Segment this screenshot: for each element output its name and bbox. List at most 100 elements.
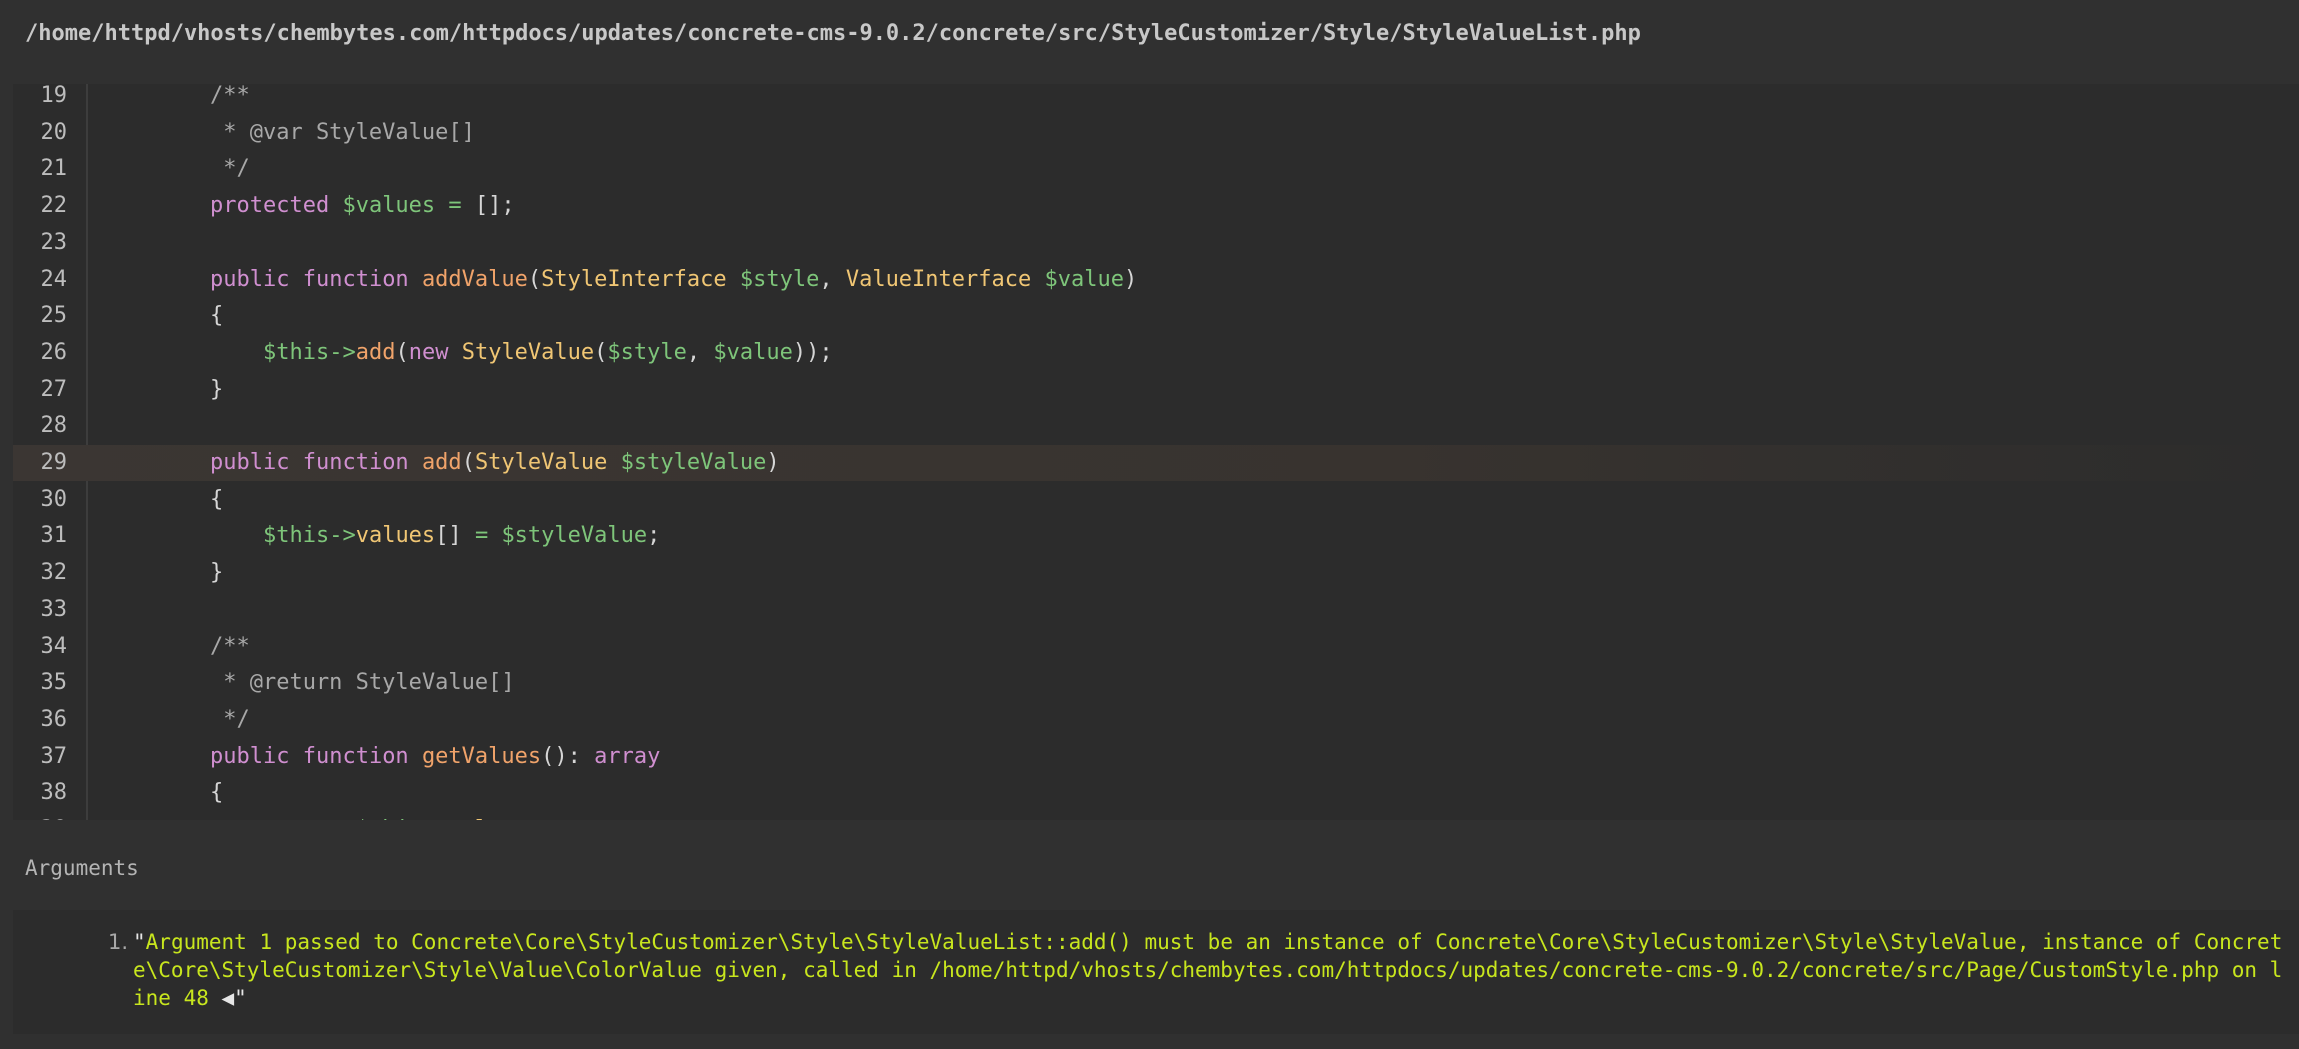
line-source: * @var StyleValue[]: [157, 115, 475, 151]
line-number: 35: [40, 670, 68, 696]
code-token: values: [355, 523, 436, 549]
code-token: {: [157, 780, 224, 806]
code-line: 36 */: [13, 702, 2299, 738]
code-token: addValue: [421, 266, 528, 292]
code-token: add: [421, 450, 462, 475]
line-number: 33: [40, 596, 68, 622]
code-line: 39 return $this->values;: [13, 812, 2299, 820]
code-token: ->: [329, 339, 356, 365]
code-line: 24 public function addValue(StyleInterfa…: [13, 262, 2299, 298]
code-token: $styleValue: [620, 450, 767, 475]
arguments-heading: Arguments: [25, 856, 139, 880]
code-token: $this: [356, 817, 422, 820]
line-number: 26: [40, 339, 68, 365]
line-source: }: [157, 372, 223, 408]
code-line: 37 public function getValues(): array: [13, 739, 2299, 775]
code-token: }: [157, 560, 224, 586]
code-token: /**: [157, 633, 250, 659]
line-number: 39: [13, 812, 68, 820]
line-number: 23: [40, 229, 68, 255]
code-line: 32 }: [13, 555, 2299, 591]
code-token: ;: [528, 817, 541, 820]
code-token: function: [302, 450, 409, 475]
code-token: values: [448, 817, 527, 820]
line-number: 37: [40, 743, 68, 769]
line-source: /**: [157, 629, 250, 665]
code-token: StyleValue: [474, 450, 608, 475]
code-token: $value: [1044, 266, 1124, 292]
code-token: (: [594, 339, 608, 365]
code-token: public: [209, 450, 290, 475]
line-source: public function add(StyleValue $styleVal…: [157, 445, 780, 481]
argument-close-quote: ◀": [208, 986, 247, 1010]
code-token: */: [157, 706, 250, 732]
code-token: =: [448, 193, 462, 219]
line-source: {: [157, 482, 223, 518]
file-path: /home/httpd/vhosts/chembytes.com/httpdoc…: [25, 21, 1641, 46]
line-number: 38: [40, 780, 68, 806]
line-number: 32: [40, 560, 68, 586]
code-line: 22 protected $values = [];: [13, 188, 2299, 224]
line-number: 36: [40, 706, 68, 732]
argument-value: "Argument 1 passed to Concrete\Core\Styl…: [133, 928, 2293, 1012]
code-token: ): [1124, 266, 1138, 292]
code-token: function: [302, 743, 409, 769]
code-line: 21 */: [13, 151, 2299, 187]
code-token: function: [302, 266, 409, 292]
line-source: /**: [157, 84, 250, 114]
argument-message: Argument 1 passed to Concrete\Core\Style…: [133, 930, 2283, 1010]
line-source: protected $values = [];: [157, 188, 515, 224]
line-source: {: [157, 298, 223, 334]
code-token: */: [157, 156, 250, 182]
code-token: $style: [739, 266, 820, 292]
line-source: */: [157, 702, 250, 738]
code-token: $this: [262, 523, 330, 549]
code-token: * @return StyleValue[]: [157, 670, 515, 696]
code-token: $values: [342, 193, 436, 219]
line-number: 27: [40, 376, 68, 402]
code-token: ,: [686, 339, 714, 365]
line-number: 24: [40, 266, 68, 292]
code-token: $this: [262, 339, 330, 365]
line-source: $this->add(new StyleValue($style, $value…: [157, 335, 833, 371]
line-number: 21: [40, 156, 68, 182]
code-token: (: [461, 450, 475, 475]
code-token: ValueInterface: [845, 266, 1032, 292]
line-source: return $this->values;: [157, 812, 541, 820]
code-token: protected: [209, 193, 330, 219]
code-line: 38 {: [13, 775, 2299, 811]
code-line: 31 $this->values[] = $styleValue;: [13, 518, 2299, 554]
line-number: 20: [40, 119, 68, 145]
line-source: {: [157, 775, 223, 811]
code-viewer: 19 /** 20 * @var StyleValue[] 21 */22 prot…: [13, 84, 2299, 820]
code-line: 27 }: [13, 372, 2299, 408]
line-number: 30: [40, 486, 68, 512]
code-line: 30 {: [13, 482, 2299, 518]
code-token: StyleValue: [461, 339, 595, 365]
line-source: public function addValue(StyleInterface …: [157, 262, 1137, 298]
code-line: 33: [13, 592, 2299, 628]
code-token: {: [157, 486, 224, 512]
code-line: 26 $this->add(new StyleValue($style, $va…: [13, 335, 2299, 371]
code-token: {: [157, 303, 224, 329]
argument-index: 1.: [108, 930, 129, 954]
code-line: 19 /**: [13, 84, 2299, 114]
code-token: $styleValue: [501, 523, 648, 549]
code-token: }: [157, 376, 224, 402]
code-token: (: [395, 339, 409, 365]
